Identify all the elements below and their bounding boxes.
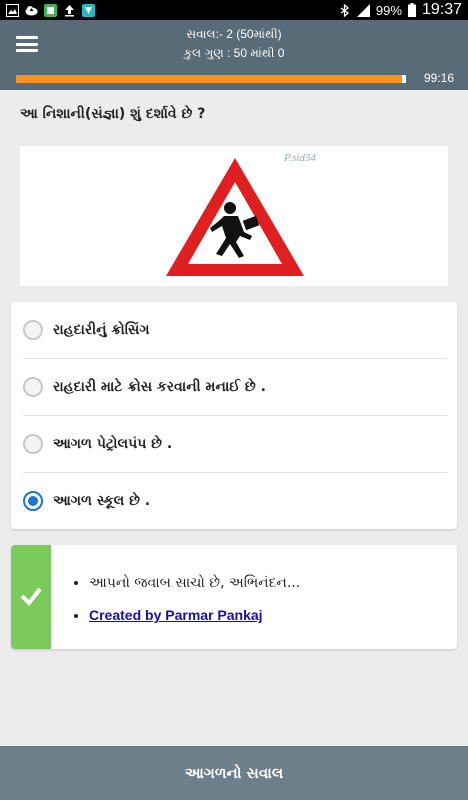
app-icon bbox=[44, 3, 57, 17]
radio-button-selected[interactable] bbox=[23, 491, 43, 511]
feedback-list: આપનો જવાબ સાચો છે, અભિનંદન... Created by… bbox=[89, 575, 300, 640]
option-label: રાહદારીનું ક્રોસિંગ bbox=[53, 322, 150, 338]
image-icon bbox=[6, 3, 19, 17]
progress-fill bbox=[16, 75, 403, 83]
status-bar: 99% 19:37 bbox=[0, 0, 468, 20]
timer: 99:16 bbox=[423, 71, 454, 85]
progress-bar bbox=[16, 75, 406, 83]
upload-icon bbox=[65, 4, 74, 16]
signal-icon bbox=[356, 3, 370, 17]
credit-link[interactable]: Created by Parmar Pankaj bbox=[89, 607, 263, 623]
clock: 19:37 bbox=[421, 1, 462, 18]
app-header: સવાલ:- 2 (50માંથી) કુલ ગુણ : 50 માંથી 0 bbox=[0, 20, 468, 68]
image-watermark: P.sid34 bbox=[284, 152, 316, 164]
question-text: આ નિશાની(સંજ્ઞા) શું દર્શાવે છે ? bbox=[20, 106, 206, 122]
option-1[interactable]: રાહદારીનું ક્રોસિંગ bbox=[11, 302, 457, 358]
success-bar bbox=[11, 545, 51, 649]
option-2[interactable]: રાહદારી માટે ક્રોસ કરવાની મનાઈ છે . bbox=[11, 359, 457, 415]
option-label: આગળ સ્કૂલ છે . bbox=[53, 493, 151, 509]
option-3[interactable]: આગળ પેટ્રોલપંપ છે . bbox=[11, 416, 457, 472]
total-score: કુલ ગુણ : 50 માંથી 0 bbox=[183, 46, 285, 60]
radio-button[interactable] bbox=[23, 377, 43, 397]
next-question-button[interactable]: આગળનો સવાલ bbox=[0, 746, 468, 800]
option-label: આગળ પેટ્રોલપંપ છે . bbox=[53, 436, 173, 452]
check-icon bbox=[20, 587, 42, 607]
battery-percent: 99% bbox=[375, 2, 402, 18]
progress-row: 99:16 bbox=[0, 68, 468, 90]
question-counter: સવાલ:- 2 (50માંથી) bbox=[186, 27, 282, 41]
bluetooth-icon bbox=[340, 3, 349, 17]
option-label: રાહદારી માટે ક્રોસ કરવાની મનાઈ છે . bbox=[53, 379, 266, 395]
radio-button[interactable] bbox=[23, 434, 43, 454]
radio-button[interactable] bbox=[23, 320, 43, 340]
feedback-card: આપનો જવાબ સાચો છે, અભિનંદન... Created by… bbox=[11, 545, 457, 649]
battery-icon bbox=[407, 3, 416, 17]
school-sign-icon bbox=[166, 158, 304, 276]
feedback-message: આપનો જવાબ સાચો છે, અભિનંદન... bbox=[89, 575, 300, 591]
question-image: P.sid34 bbox=[20, 146, 448, 286]
app-icon-2 bbox=[82, 3, 95, 17]
option-4[interactable]: આગળ સ્કૂલ છે . bbox=[11, 473, 457, 529]
options-card: રાહદારીનું ક્રોસિંગ રાહદારી માટે ક્રોસ ક… bbox=[11, 302, 457, 529]
cloud-upload-icon bbox=[25, 5, 38, 15]
credit-item: Created by Parmar Pankaj bbox=[89, 607, 300, 624]
